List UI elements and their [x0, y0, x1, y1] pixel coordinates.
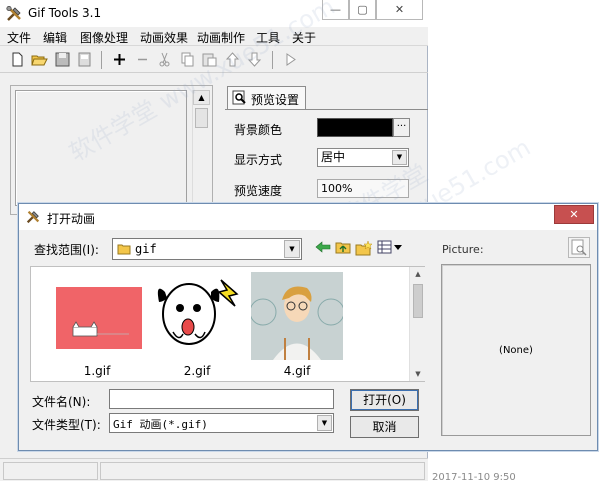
- file-list[interactable]: 1.gif 2.gif 4.gif ▲ ▼: [30, 266, 425, 382]
- chevron-down-icon[interactable]: ▼: [317, 415, 332, 431]
- speed-value: 100%: [321, 182, 353, 195]
- menu-effects[interactable]: 动画效果: [140, 29, 188, 46]
- status-cell: [100, 462, 425, 480]
- file-name-label: 文件名(N):: [32, 395, 91, 409]
- file-name: 4.gif: [283, 364, 311, 378]
- file-name: 2.gif: [183, 364, 211, 378]
- menu-edit[interactable]: 编辑: [43, 29, 67, 46]
- dialog-title: 打开动画: [47, 212, 96, 226]
- frame-list-scrollbar[interactable]: ▲: [192, 90, 210, 210]
- close-icon: ✕: [569, 208, 579, 221]
- menu-file[interactable]: 文件: [7, 29, 31, 46]
- move-down-icon[interactable]: [246, 51, 263, 68]
- main-titlebar[interactable]: Gif Tools 3.1 — ▢ ✕: [0, 0, 428, 27]
- menu-image[interactable]: 图像处理: [80, 29, 128, 46]
- bg-color-label: 背景颜色: [234, 123, 283, 137]
- gif-thumbnail-sheep: [151, 272, 243, 360]
- bg-color-swatch[interactable]: [317, 118, 393, 137]
- new-file-icon[interactable]: [9, 51, 26, 68]
- move-up-icon[interactable]: [224, 51, 241, 68]
- main-title: Gif Tools 3.1: [28, 6, 102, 20]
- dialog-close-button[interactable]: ✕: [554, 205, 594, 224]
- preview-none-text: (None): [499, 345, 533, 356]
- look-in-label: 查找范围(I):: [34, 243, 99, 257]
- open-button[interactable]: 打开(O): [350, 389, 419, 411]
- file-item[interactable]: 2.gif: [151, 272, 243, 378]
- add-icon[interactable]: [111, 51, 128, 68]
- menu-about[interactable]: 关于: [292, 29, 316, 46]
- minimize-icon: —: [330, 3, 341, 16]
- maximize-icon: ▢: [357, 3, 368, 16]
- picture-preview-button[interactable]: [568, 237, 590, 258]
- magnifier-page-icon: [232, 90, 246, 105]
- toolbar-separator: [272, 51, 273, 69]
- scroll-down-icon[interactable]: ▼: [410, 367, 426, 381]
- folder-icon: [117, 244, 131, 255]
- scroll-up-icon[interactable]: ▲: [410, 267, 426, 281]
- cut-icon[interactable]: [156, 51, 173, 68]
- file-name-input[interactable]: [109, 389, 334, 409]
- maximize-button[interactable]: ▢: [349, 0, 376, 20]
- picture-label: Picture:: [442, 243, 484, 256]
- menu-create[interactable]: 动画制作: [197, 29, 245, 46]
- save-icon[interactable]: [54, 51, 71, 68]
- tab-preview-settings[interactable]: 预览设置: [227, 86, 306, 110]
- speed-input[interactable]: 100%: [317, 179, 409, 198]
- chevron-down-icon[interactable]: ▼: [284, 240, 300, 258]
- speed-label: 预览速度: [234, 184, 283, 198]
- back-arrow-icon[interactable]: [315, 240, 331, 254]
- tools-app-icon: [26, 210, 40, 224]
- up-folder-icon[interactable]: [335, 240, 351, 254]
- scroll-thumb[interactable]: [413, 284, 423, 318]
- new-folder-icon[interactable]: [355, 240, 373, 256]
- chevron-down-icon[interactable]: ▼: [392, 150, 407, 165]
- view-menu-icon[interactable]: [377, 240, 403, 254]
- display-mode-select[interactable]: 居中 ▼: [317, 148, 409, 167]
- file-item[interactable]: 4.gif: [251, 272, 343, 378]
- open-folder-icon[interactable]: [31, 51, 48, 68]
- file-list-scrollbar[interactable]: ▲ ▼: [409, 267, 425, 381]
- open-animation-dialog: 打开动画 ✕ 查找范围(I): gif ▼ Picture: (None) 1.…: [18, 203, 598, 451]
- minimize-button[interactable]: —: [322, 0, 349, 20]
- display-mode-label: 显示方式: [234, 153, 283, 167]
- file-type-value: Gif 动画(*.gif): [113, 418, 208, 431]
- paste-icon[interactable]: [201, 51, 218, 68]
- toolbar-separator: [101, 51, 102, 69]
- menu-bar: 文件 编辑 图像处理 动画效果 动画制作 工具 关于: [0, 27, 428, 46]
- frame-preview-area: [15, 90, 187, 206]
- file-type-label: 文件类型(T):: [32, 418, 101, 432]
- gif-thumbnail-cat: [51, 272, 143, 360]
- main-close-button[interactable]: ✕: [376, 0, 423, 20]
- bg-color-picker-button[interactable]: ···: [393, 118, 410, 137]
- cancel-button[interactable]: 取消: [350, 416, 419, 438]
- magnifier-page-icon: [571, 239, 587, 256]
- tools-app-icon: [6, 5, 21, 21]
- gif-thumbnail-man: [251, 272, 343, 360]
- main-toolbar: [0, 47, 428, 73]
- dialog-titlebar[interactable]: 打开动画 ✕: [19, 204, 597, 230]
- file-item[interactable]: 1.gif: [51, 272, 143, 378]
- status-bar: [0, 458, 428, 481]
- play-icon[interactable]: [282, 51, 299, 68]
- display-mode-value: 居中: [321, 150, 346, 164]
- look-in-combo[interactable]: gif ▼: [112, 238, 302, 260]
- file-name: 1.gif: [83, 364, 111, 378]
- background-timestamp: 2017-11-10 9:50: [432, 472, 516, 481]
- save-as-icon[interactable]: [76, 51, 93, 68]
- copy-icon[interactable]: [179, 51, 196, 68]
- picture-preview-box: (None): [441, 264, 591, 436]
- scroll-up-icon[interactable]: ▲: [193, 90, 210, 105]
- scroll-thumb[interactable]: [195, 108, 208, 128]
- tab-label: 预览设置: [251, 93, 300, 107]
- file-type-select[interactable]: Gif 动画(*.gif) ▼: [109, 413, 334, 433]
- menu-tools[interactable]: 工具: [256, 29, 280, 46]
- look-in-value: gif: [135, 242, 157, 256]
- status-cell: [3, 462, 98, 480]
- remove-icon[interactable]: [134, 51, 151, 68]
- close-icon: ✕: [394, 3, 405, 16]
